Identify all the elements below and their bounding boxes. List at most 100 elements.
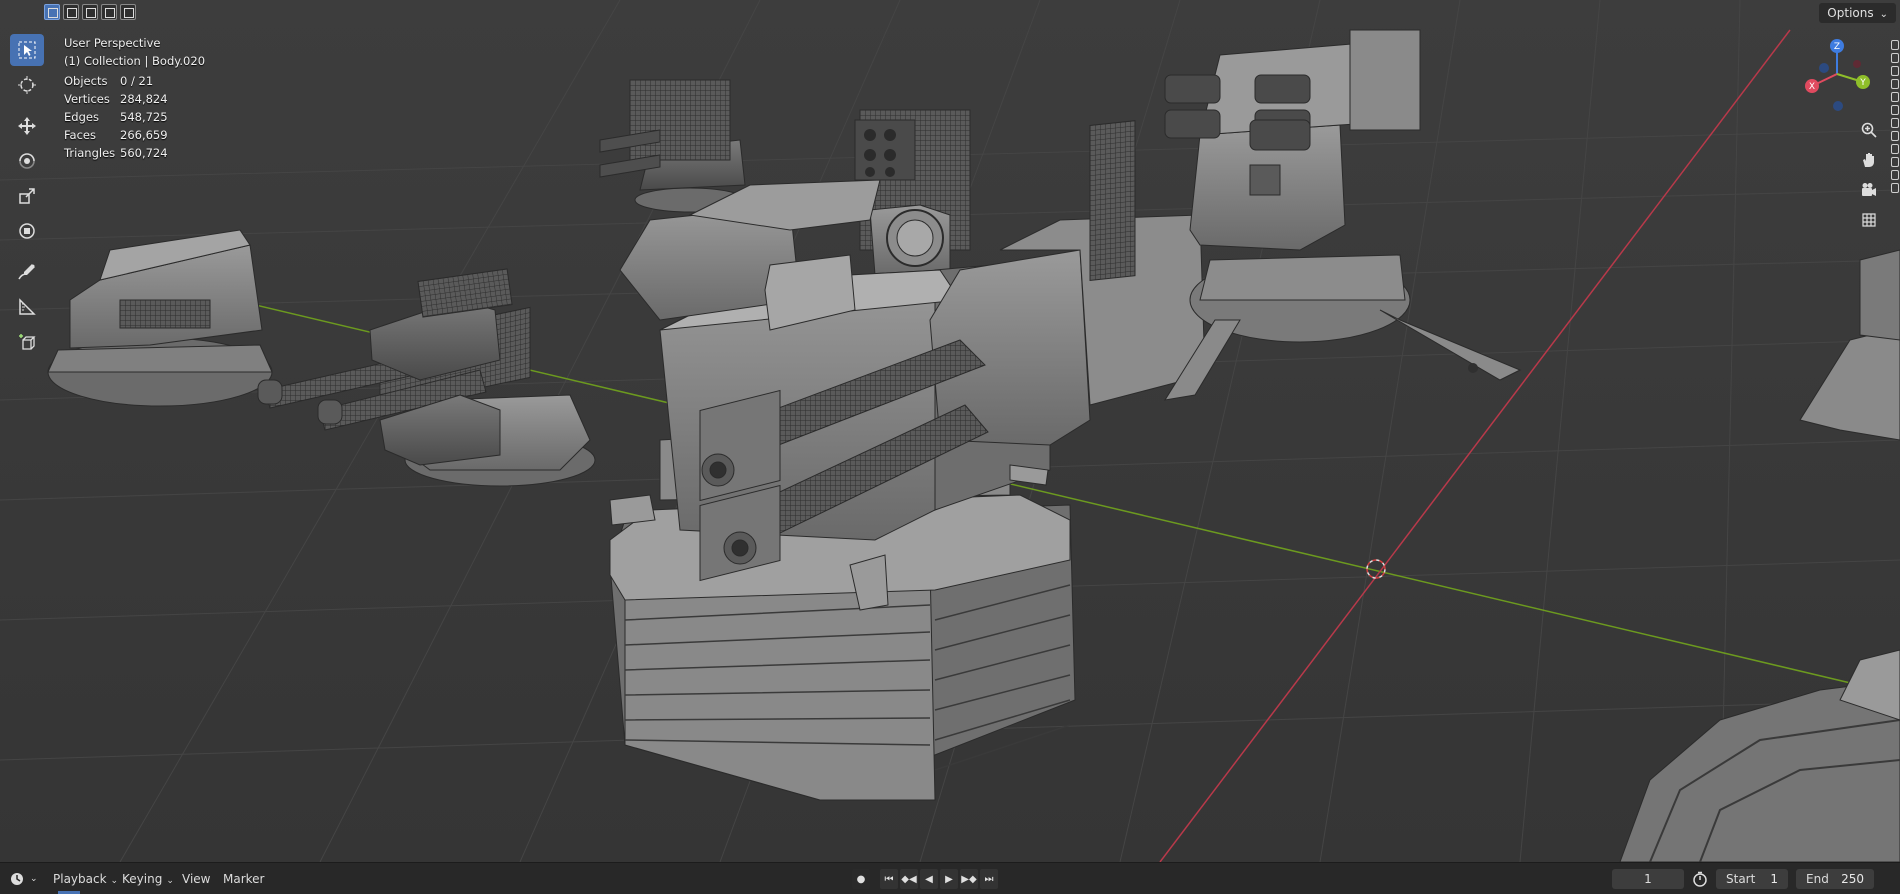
current-frame-field[interactable]: 1: [1612, 869, 1684, 889]
hand-icon: [1863, 153, 1874, 167]
viewport-overlay: User Perspective (1) Collection | Body.0…: [64, 34, 205, 162]
end-frame-field[interactable]: End 250: [1796, 869, 1874, 889]
chevron-down-icon: ⌄: [166, 876, 174, 886]
sidebar-tab[interactable]: [1891, 131, 1899, 141]
playback-controls: ● ⏮ ◆◀ ◀ ▶ ▶◆ ⏭: [852, 869, 998, 889]
next-keyframe-button[interactable]: ▶◆: [960, 869, 978, 889]
sidebar-tab[interactable]: [1891, 118, 1899, 128]
sidebar-tab[interactable]: [1891, 157, 1899, 167]
next-keyframe-icon: ▶◆: [961, 873, 977, 885]
sidebar-tab[interactable]: [1891, 66, 1899, 76]
jump-start-icon: ⏮: [884, 873, 894, 885]
play-icon: ▶: [945, 873, 953, 885]
stat-row: Objects 0 / 21: [64, 72, 205, 90]
3d-viewport[interactable]: Options ⌄ User Perspective (1) Collectio…: [0, 0, 1900, 862]
sidebar-tab[interactable]: [1891, 79, 1899, 89]
sidebar-tab[interactable]: [1891, 40, 1899, 50]
select-subtract-icon[interactable]: [101, 4, 117, 20]
stat-row: Triangles 560,724: [64, 144, 205, 162]
neg-y-axis-icon[interactable]: [1819, 63, 1829, 73]
prev-keyframe-icon: ◆◀: [901, 873, 917, 885]
stat-value: 548,725: [120, 110, 168, 124]
stat-row: Edges 548,725: [64, 108, 205, 126]
select-extend-icon[interactable]: [82, 4, 98, 20]
zoom-icon: [1861, 122, 1877, 138]
stat-label: Faces: [64, 128, 96, 142]
scene-render[interactable]: [0, 0, 1900, 862]
sidebar-tab[interactable]: [1891, 144, 1899, 154]
collapsed-sidebar-tabs[interactable]: [1890, 40, 1900, 260]
select-box-tool[interactable]: [10, 34, 44, 66]
camera-icon: [1862, 183, 1876, 196]
annotate-icon: [18, 264, 35, 280]
measure-icon: [19, 298, 36, 315]
select-box-icon[interactable]: [44, 4, 60, 20]
stat-row: Vertices 284,824: [64, 90, 205, 108]
stat-label: Objects: [64, 74, 108, 88]
timeline-header: ⌄ Playback ⌄ Keying ⌄ View Marker ● ⏮ ◆◀ ◀…: [0, 862, 1900, 894]
options-menu[interactable]: Options ⌄: [1819, 3, 1896, 23]
cursor-icon: [18, 76, 36, 94]
jump-end-button[interactable]: ⏭: [980, 869, 998, 889]
menu-label: Playback: [53, 872, 107, 886]
x-axis-label: X: [1809, 82, 1815, 92]
stopwatch-icon[interactable]: [1692, 871, 1708, 887]
active-collection: (1) Collection | Body.020: [64, 54, 206, 68]
play-button[interactable]: ▶: [940, 869, 958, 889]
select-intersect-icon[interactable]: [120, 4, 136, 20]
start-frame-field[interactable]: Start 1: [1716, 869, 1788, 889]
measure-tool[interactable]: [10, 291, 44, 323]
sidebar-tab[interactable]: [1891, 105, 1899, 115]
stat-label: Edges: [64, 110, 99, 124]
scale-tool[interactable]: [10, 180, 44, 212]
menu-label: Marker: [223, 872, 265, 886]
sidebar-tab[interactable]: [1891, 53, 1899, 63]
menu-label: View: [182, 872, 211, 886]
transform-tool[interactable]: [10, 215, 44, 247]
editor-type-selector[interactable]: ⌄: [10, 870, 38, 888]
selection-mode-group: [44, 4, 136, 20]
select-new-icon[interactable]: [63, 4, 79, 20]
stat-label: Triangles: [64, 146, 116, 160]
move-tool[interactable]: [10, 110, 44, 142]
add-cube-icon: [19, 334, 36, 350]
jump-end-icon: ⏭: [984, 873, 994, 885]
menu-marker[interactable]: Marker: [223, 870, 264, 888]
end-label: End: [1806, 872, 1829, 886]
play-reverse-button[interactable]: ◀: [920, 869, 938, 889]
neg-x-axis-icon[interactable]: [1853, 60, 1861, 68]
menu-view[interactable]: View: [182, 870, 210, 888]
cursor-tool[interactable]: [10, 69, 44, 101]
zoom-button[interactable]: [1857, 118, 1881, 142]
y-axis-label: Y: [1859, 78, 1866, 88]
stat-value: 0 / 21: [120, 74, 154, 88]
start-value: 1: [1770, 872, 1778, 886]
z-axis-label: Z: [1834, 42, 1840, 52]
add-cube-tool[interactable]: [10, 326, 44, 358]
chevron-down-icon: ⌄: [1879, 9, 1888, 20]
jump-start-button[interactable]: ⏮: [880, 869, 898, 889]
menu-playback[interactable]: Playback ⌄: [53, 870, 118, 890]
sidebar-tab[interactable]: [1891, 183, 1899, 193]
neg-z-axis-icon[interactable]: [1833, 101, 1843, 111]
pan-button[interactable]: [1857, 148, 1881, 172]
chevron-down-icon: ⌄: [30, 874, 38, 884]
annotate-tool[interactable]: [10, 256, 44, 288]
sidebar-tab[interactable]: [1891, 92, 1899, 102]
sidebar-tab[interactable]: [1891, 170, 1899, 180]
navigation-gizmo[interactable]: Z X Y: [1800, 36, 1870, 116]
record-icon: ●: [856, 873, 866, 885]
menu-keying[interactable]: Keying ⌄: [122, 870, 174, 890]
rotate-icon: [19, 153, 35, 169]
camera-view-button[interactable]: [1857, 178, 1881, 202]
stat-row: Faces 266,659: [64, 126, 205, 144]
stat-label: Vertices: [64, 92, 110, 106]
perspective-toggle-button[interactable]: [1857, 208, 1881, 232]
move-icon: [18, 117, 36, 135]
auto-keying-button[interactable]: ●: [852, 869, 870, 889]
rotate-tool[interactable]: [10, 145, 44, 177]
current-frame-value: 1: [1644, 872, 1652, 886]
blender-window: Options ⌄ User Perspective (1) Collectio…: [0, 0, 1900, 894]
prev-keyframe-button[interactable]: ◆◀: [900, 869, 918, 889]
view-name: User Perspective: [64, 36, 161, 50]
